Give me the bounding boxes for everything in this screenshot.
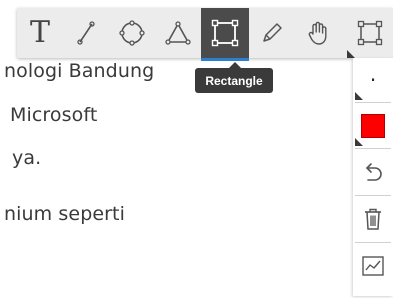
rectangle-tool-button[interactable] bbox=[201, 8, 249, 61]
divider bbox=[355, 242, 391, 243]
color-picker-button[interactable] bbox=[353, 103, 393, 148]
pencil-icon bbox=[263, 23, 282, 42]
submenu-corner-indicator bbox=[347, 50, 355, 58]
line-tool-button[interactable] bbox=[63, 8, 109, 58]
stroke-dot-icon: · bbox=[369, 68, 377, 92]
doc-line-3: ya. bbox=[12, 147, 42, 169]
chart-button[interactable] bbox=[353, 244, 393, 288]
submenu-corner-indicator bbox=[355, 92, 363, 100]
doc-line-4: nium seperti bbox=[4, 203, 125, 225]
rectangle-icon bbox=[211, 19, 239, 47]
trash-icon bbox=[365, 208, 381, 230]
ellipse-icon bbox=[119, 20, 145, 46]
chart-icon bbox=[362, 256, 384, 276]
hand-tool-button[interactable] bbox=[295, 8, 341, 58]
drawing-toolbar: T bbox=[17, 8, 393, 61]
tool-options-sidebar: · bbox=[353, 58, 393, 296]
selection-icon bbox=[357, 20, 383, 46]
rectangle-tooltip: Rectangle bbox=[195, 62, 273, 93]
selection-tool-button[interactable] bbox=[347, 8, 393, 58]
stroke-size-button[interactable]: · bbox=[353, 58, 393, 102]
triangle-tool-button[interactable] bbox=[155, 8, 201, 58]
color-swatch bbox=[361, 113, 385, 138]
text-icon: T bbox=[29, 15, 50, 50]
doc-line-2: Microsoft bbox=[10, 104, 98, 126]
undo-button[interactable] bbox=[353, 150, 393, 194]
submenu-corner-indicator bbox=[355, 138, 363, 146]
hand-icon bbox=[308, 21, 327, 45]
triangle-icon bbox=[165, 21, 191, 45]
ellipse-tool-button[interactable] bbox=[109, 8, 155, 58]
delete-button[interactable] bbox=[353, 196, 393, 241]
undo-icon bbox=[366, 163, 382, 181]
pencil-tool-button[interactable] bbox=[249, 8, 295, 58]
text-tool-button[interactable]: T bbox=[17, 8, 63, 58]
line-icon bbox=[77, 21, 95, 45]
doc-line-1: nologi Bandung bbox=[4, 60, 155, 82]
divider bbox=[355, 148, 391, 149]
